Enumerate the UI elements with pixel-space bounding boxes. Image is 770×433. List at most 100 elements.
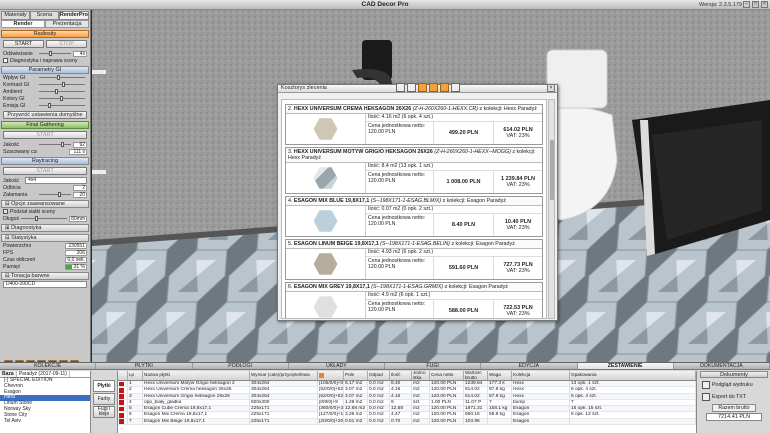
stats-header[interactable]: ⊟ Statystyka	[1, 234, 89, 242]
table-cell: m2	[412, 418, 430, 425]
collections-list: [-] SPECIAL EDITION Chevron Esagon Hexx …	[0, 377, 90, 425]
col-price[interactable]: Cena netto	[430, 371, 464, 380]
table-cell: 304x264	[250, 381, 318, 387]
main-tabs: Materiały Scena RenderPro	[1, 11, 89, 20]
tone-header[interactable]: ⊟ Tonacja barwne	[1, 272, 89, 280]
table-cell: 600x300	[250, 399, 318, 406]
table-cell: 225x171	[250, 418, 318, 425]
rt-refr-slider[interactable]	[39, 192, 71, 197]
fg-header[interactable]: Final Gathering	[1, 121, 89, 129]
export-icon[interactable]	[418, 83, 427, 92]
fugi-button[interactable]: Fugi i kleje	[93, 406, 115, 418]
fg-start-button[interactable]: START	[3, 131, 87, 139]
tone-select[interactable]: D400-200CD	[3, 281, 87, 288]
length-slider[interactable]	[21, 216, 67, 221]
documents-panel: Dokumenty Podgląd wydruku Export do TXT …	[698, 371, 770, 433]
table-cell: 87.8 kg	[488, 387, 512, 393]
print-icon[interactable]	[396, 83, 405, 92]
col-name[interactable]: Nazwa płytki	[143, 371, 250, 380]
tab-materialy[interactable]: Materiały	[1, 11, 30, 20]
col-weight[interactable]: Waga	[488, 371, 512, 380]
dialog-title: Kosztorys zlecenia	[281, 85, 327, 91]
radiosity-start-button[interactable]: START	[3, 40, 44, 48]
length-label: Długość	[3, 215, 19, 222]
table-cell: 0.0 m2	[368, 393, 390, 399]
table-cell: 1.29 m2	[344, 399, 368, 406]
diag-checkbox[interactable]	[3, 58, 8, 63]
tab-edycja[interactable]: EDYCJA	[481, 363, 578, 369]
col-ilosc[interactable]: Ilość	[390, 371, 412, 380]
mail-icon[interactable]	[451, 83, 460, 92]
list-item[interactable]: Tel Aviv	[0, 418, 90, 425]
cost-list[interactable]: 2. HEXX UNIVERSUM CREMA HEKSAGON 26X26 (…	[281, 99, 547, 319]
fg-quality-slider[interactable]	[39, 142, 71, 147]
tab-fugi[interactable]: FUGI	[385, 363, 482, 369]
table-cell: 0.70	[390, 418, 412, 425]
col-packages[interactable]: Opakowania	[570, 371, 696, 380]
table-row[interactable]: 7 Esagon Mix Beige 19,8x17,1 225x171 [20/0/…	[118, 418, 696, 426]
maximize-icon[interactable]: □	[752, 1, 759, 8]
col-dim[interactable]: Wymiar (cale)/przycięte/lewa	[250, 371, 318, 380]
dialog-close-icon[interactable]: ×	[547, 84, 555, 92]
tab-zestawienie[interactable]: ZESTAWIENIE	[577, 363, 674, 369]
gi-slider[interactable]	[39, 75, 85, 80]
col-gross[interactable]: Wartość brutto	[464, 371, 488, 380]
col-odpad[interactable]: Odpad	[368, 371, 390, 380]
rt-start-button[interactable]: START	[3, 167, 87, 175]
gi-slider[interactable]	[39, 89, 85, 94]
radiosity-header[interactable]: Radiosity	[1, 30, 89, 38]
rt-refl-value[interactable]: 2	[73, 184, 87, 191]
raytracing-header[interactable]: Raytracing	[1, 157, 89, 165]
print-preview-button[interactable]: Podgląd wydruku	[702, 379, 766, 390]
tab-prezentacja[interactable]: Prezentacja	[45, 20, 89, 28]
refresh-slider[interactable]	[39, 51, 71, 56]
dialog-title-bar[interactable]: Kosztorys zlecenia ×	[278, 83, 557, 93]
table-cell: 4.47	[390, 412, 412, 418]
refresh-value[interactable]: 4s	[73, 50, 87, 57]
farby-button[interactable]: Farby	[93, 393, 115, 405]
tab-renderpro[interactable]: RenderPro	[58, 11, 89, 20]
table-cell: 3.07 m2	[344, 393, 368, 399]
col-unit[interactable]: Jedno stka	[412, 371, 430, 380]
advanced-header[interactable]: ⊟ Opcje zaawansowane	[1, 200, 89, 208]
tab-scena[interactable]: Scena	[29, 11, 59, 20]
tab-plytki[interactable]: PŁYTKI	[96, 363, 193, 369]
table-cell: 6 opk. 4 szt.	[570, 387, 696, 393]
rt-refr-value[interactable]: 20	[73, 191, 87, 198]
col-collection[interactable]: Kolekcja	[512, 371, 570, 380]
table-cell: bump	[512, 399, 570, 406]
settings-icon[interactable]	[429, 83, 438, 92]
restore-defaults-button[interactable]: Przywróć ustawienia domyślne	[3, 111, 87, 119]
gi-slider[interactable]	[39, 103, 85, 108]
advanced-title: Opcje zaawansowane	[11, 201, 65, 207]
export-txt-button[interactable]: Export do TXT	[702, 391, 766, 402]
tab-render[interactable]: Render	[1, 20, 45, 28]
gi-header[interactable]: Parametry GI	[1, 66, 89, 74]
length-value[interactable]: 80mm	[69, 215, 87, 222]
table-cell: m2	[412, 406, 430, 412]
fg-quality-value[interactable]: 92	[73, 141, 87, 148]
grid-checkbox[interactable]: ✓	[3, 209, 8, 214]
close-icon[interactable]: ×	[761, 1, 768, 8]
save-icon[interactable]	[407, 83, 416, 92]
minimize-icon[interactable]: –	[743, 1, 750, 8]
gi-slider[interactable]	[39, 96, 85, 101]
rt-quality-select[interactable]: 4x4	[25, 177, 87, 184]
gi-slider[interactable]	[39, 82, 85, 87]
cost-estimate-dialog: Kosztorys zlecenia × 2. HEXX UNIVERSUM C…	[277, 83, 558, 321]
currency-icon[interactable]	[440, 83, 449, 92]
tab-podlogi[interactable]: PODŁOGI	[193, 363, 289, 369]
table-cell: 55.9 kg	[488, 412, 512, 418]
col-icon[interactable]	[318, 371, 344, 380]
plytki-button[interactable]: Płytki	[93, 380, 115, 392]
radiosity-stop-button[interactable]: STOP	[46, 40, 87, 48]
col-lp[interactable]: Lp	[128, 371, 143, 380]
table-cell: 4	[128, 399, 143, 406]
net-value: 1 008.00 PLN	[434, 171, 494, 193]
tab-uklady[interactable]: UKŁADY	[289, 363, 385, 369]
dialog-scrollbar[interactable]	[548, 99, 555, 319]
tab-dokumentacja[interactable]: DOKUMENTACJA	[674, 363, 770, 369]
diagnostics-header[interactable]: ⊞ Diagnostyka	[1, 224, 89, 232]
col-pole[interactable]: Pole	[344, 371, 368, 380]
tab-kolekcje[interactable]: KOLEKCJE	[0, 363, 97, 369]
